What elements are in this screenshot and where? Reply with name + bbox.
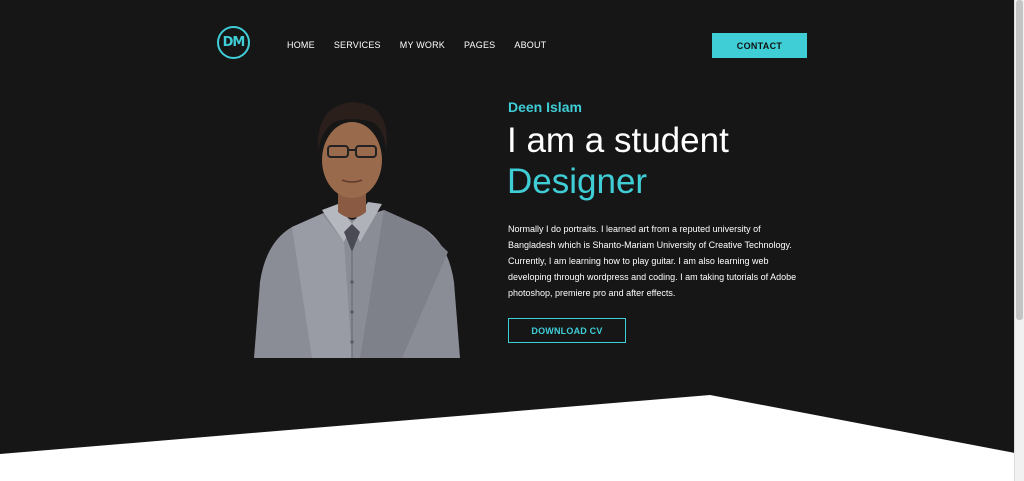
nav-item-my-work[interactable]: MY WORK	[400, 40, 445, 50]
nav-item-home[interactable]: HOME	[287, 40, 315, 50]
scrollbar-thumb[interactable]	[1016, 0, 1023, 320]
logo-text: DM	[222, 35, 246, 50]
portrait-photo	[254, 102, 460, 358]
hero-role: Designer	[507, 162, 648, 201]
page: DM HOME SERVICES MY WORK PAGES ABOUT CON…	[0, 0, 1024, 481]
hero-name: Deen Islam	[508, 99, 582, 115]
section-divider-shape	[0, 395, 1015, 481]
main-nav: HOME SERVICES MY WORK PAGES ABOUT	[287, 40, 565, 50]
nav-item-services[interactable]: SERVICES	[334, 40, 381, 50]
dm-logo-icon[interactable]: DM	[217, 26, 250, 59]
hero-headline: I am a student	[507, 121, 729, 160]
page-scrollbar[interactable]	[1014, 0, 1024, 481]
nav-item-pages[interactable]: PAGES	[464, 40, 495, 50]
download-cv-button[interactable]: DOWNLOAD CV	[508, 318, 626, 343]
hero-description: Normally I do portraits. I learned art f…	[508, 224, 797, 298]
contact-button[interactable]: CONTACT	[712, 33, 807, 58]
nav-item-about[interactable]: ABOUT	[514, 40, 546, 50]
